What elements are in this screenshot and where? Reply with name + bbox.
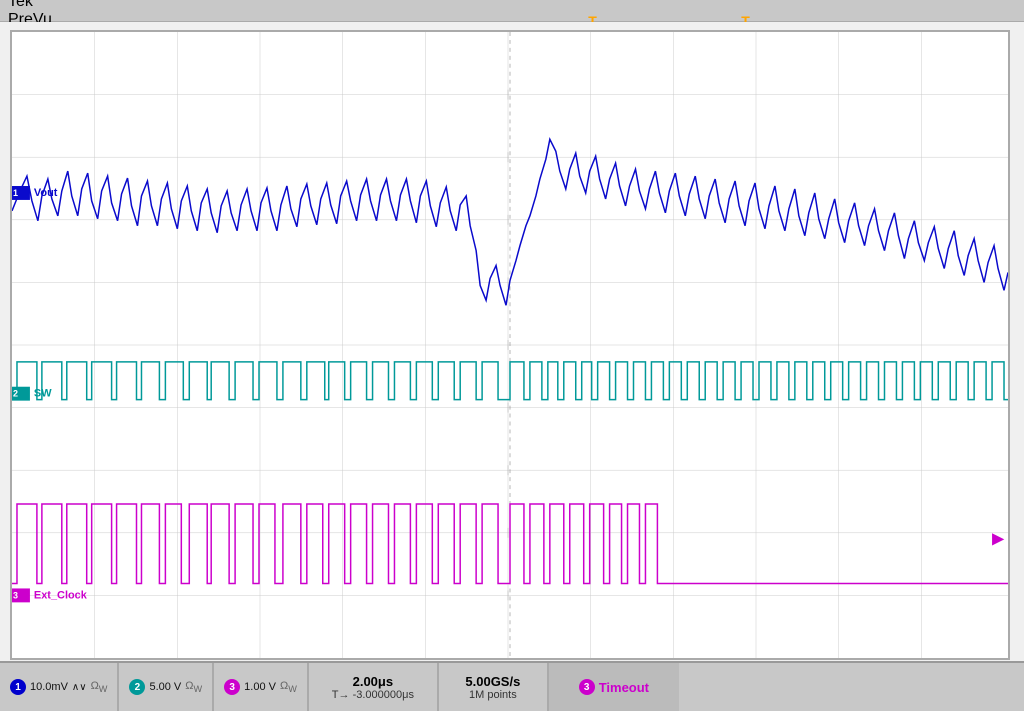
sample-section: 5.00GS/s 1M points [439, 663, 549, 711]
timebase-value: 2.00μs [353, 674, 394, 689]
svg-text:Vout: Vout [34, 187, 58, 199]
ch1-badge: 1 [10, 679, 26, 695]
ch3-status: 3 1.00 V ΩW [214, 663, 309, 711]
waveform-svg: 1 Vout 2 SW 3 Ext_Clock ▶ [12, 32, 1008, 658]
ch1-gnd: ΩW [91, 680, 108, 694]
sample-points: 1M points [469, 689, 517, 701]
timebase-section: 2.00μs T→ -3.000000μs [309, 663, 439, 711]
ch2-status: 2 5.00 V ΩW [119, 663, 214, 711]
screen-area: 1 Vout 2 SW 3 Ext_Clock ▶ [0, 22, 1024, 661]
ch3-gnd: ΩW [280, 680, 297, 694]
svg-text:2: 2 [13, 389, 18, 399]
svg-text:1: 1 [13, 188, 18, 198]
timeout-ch-badge: 3 [579, 679, 595, 695]
svg-text:▶: ▶ [992, 531, 1005, 548]
ch2-badge: 2 [129, 679, 145, 695]
svg-text:3: 3 [13, 590, 18, 600]
svg-text:Ext_Clock: Ext_Clock [34, 589, 88, 601]
ch1-status: 1 10.0mV ∧∨ ΩW [0, 663, 119, 711]
sample-rate: 5.00GS/s [465, 674, 520, 689]
svg-text:SW: SW [34, 388, 52, 400]
ch3-volts: 1.00 V [244, 681, 276, 693]
ch2-volts: 5.00 V [149, 681, 181, 693]
ch3-badge: 3 [224, 679, 240, 695]
top-bar: Tek PreVu T T [0, 0, 1024, 22]
status-bar: 1 10.0mV ∧∨ ΩW 2 5.00 V ΩW 3 1.00 V ΩW 2… [0, 661, 1024, 711]
time-offset: T→ -3.000000μs [332, 689, 414, 701]
timeout-label: Timeout [599, 680, 649, 695]
ch1-volts: 10.0mV [30, 681, 68, 693]
ch2-gnd: ΩW [185, 680, 202, 694]
oscilloscope-display: Tek PreVu T T [0, 0, 1024, 711]
oscilloscope-screen: 1 Vout 2 SW 3 Ext_Clock ▶ [10, 30, 1010, 660]
ch1-sym: ∧∨ [72, 682, 87, 693]
timeout-section: 3 Timeout [549, 663, 679, 711]
